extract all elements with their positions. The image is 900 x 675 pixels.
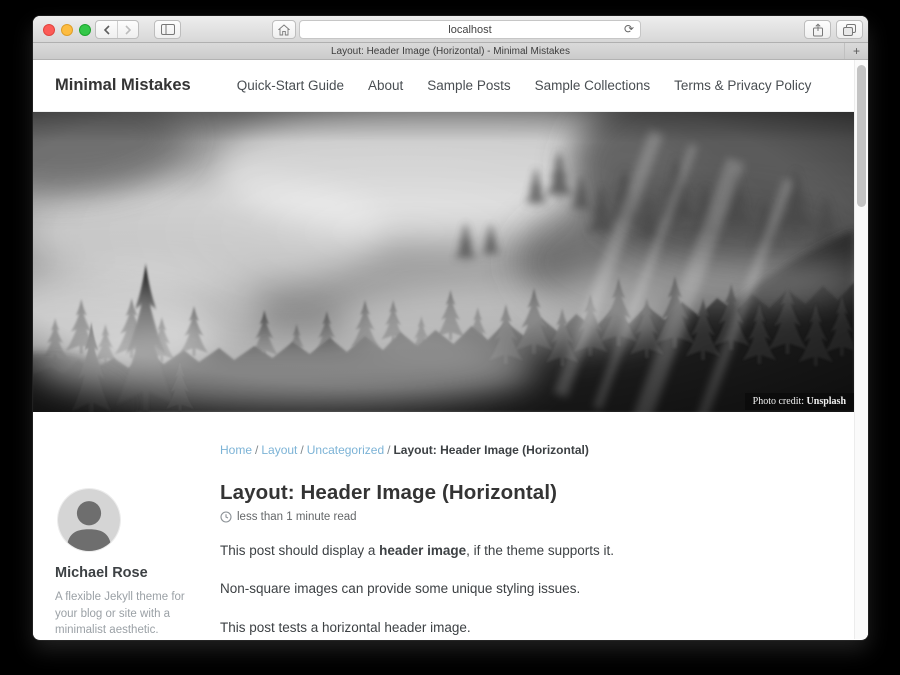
breadcrumb-separator: / — [300, 443, 303, 457]
header-image: Photo credit: Unsplash — [33, 112, 854, 412]
clock-icon — [220, 511, 232, 523]
tabs-icon — [843, 24, 856, 36]
breadcrumb-separator: / — [255, 443, 258, 457]
close-button[interactable] — [43, 24, 55, 36]
breadcrumb-separator: / — [387, 443, 390, 457]
history-nav-group — [95, 20, 139, 39]
share-button[interactable] — [804, 20, 831, 39]
article: Home/Layout/Uncategorized/Layout: Header… — [220, 443, 854, 639]
web-page: Minimal Mistakes Quick-Start Guide About… — [33, 60, 868, 639]
scrollbar-thumb[interactable] — [857, 65, 866, 207]
post-meta: less than 1 minute read — [220, 511, 808, 523]
sidebar-icon — [161, 24, 175, 35]
zoom-button[interactable] — [79, 24, 91, 36]
page-scrollbar[interactable] — [854, 60, 868, 639]
person-silhouette-icon — [58, 489, 120, 551]
page-title: Layout: Header Image (Horizontal) — [220, 481, 808, 505]
share-icon — [812, 23, 824, 37]
post-body: This post should display a header image,… — [220, 541, 808, 638]
browser-toolbar: localhost ⟳ — [33, 16, 868, 43]
home-button[interactable] — [272, 20, 296, 39]
sidebar-toggle-button[interactable] — [154, 20, 181, 39]
breadcrumb-home-link[interactable]: Home — [220, 443, 252, 457]
breadcrumb-current: Layout: Header Image (Horizontal) — [393, 443, 588, 457]
masthead: Minimal Mistakes Quick-Start Guide About… — [33, 60, 854, 112]
paragraph: This post should display a header image,… — [220, 541, 808, 561]
forward-button[interactable] — [117, 21, 138, 38]
chevron-left-icon — [103, 25, 111, 35]
url-text: localhost — [448, 24, 491, 36]
active-tab[interactable]: Layout: Header Image (Horizontal) - Mini… — [331, 46, 570, 57]
chevron-right-icon — [124, 25, 132, 35]
content-area: Michael Rose A flexible Jekyll theme for… — [33, 412, 854, 639]
tab-overview-button[interactable] — [836, 20, 863, 39]
nav-item-about[interactable]: About — [368, 78, 403, 93]
paragraph: Non-square images can provide some uniqu… — [220, 579, 808, 599]
paragraph: This post tests a horizontal header imag… — [220, 618, 808, 638]
address-bar[interactable]: localhost ⟳ — [299, 20, 641, 39]
browser-window: localhost ⟳ Layout: Header Image (Horizo… — [33, 16, 868, 640]
nav-item-sample-collections[interactable]: Sample Collections — [535, 78, 651, 93]
breadcrumb-layout-link[interactable]: Layout — [261, 443, 297, 457]
nav-item-quick-start-guide[interactable]: Quick-Start Guide — [237, 78, 344, 93]
author-bio: A flexible Jekyll theme for your blog or… — [55, 589, 203, 639]
window-controls — [43, 24, 91, 36]
tab-bar: Layout: Header Image (Horizontal) - Mini… — [33, 43, 868, 60]
refresh-icon: ⟳ — [624, 22, 634, 36]
home-icon — [278, 24, 290, 36]
minimize-button[interactable] — [61, 24, 73, 36]
new-tab-button[interactable]: + — [844, 43, 868, 59]
nav-item-sample-posts[interactable]: Sample Posts — [427, 78, 510, 93]
author-profile: Michael Rose A flexible Jekyll theme for… — [55, 443, 220, 639]
nav-item-terms-privacy[interactable]: Terms & Privacy Policy — [674, 78, 811, 93]
site-title-link[interactable]: Minimal Mistakes — [55, 76, 191, 95]
refresh-button[interactable]: ⟳ — [624, 22, 634, 36]
breadcrumb-uncategorized-link[interactable]: Uncategorized — [307, 443, 384, 457]
desktop-background: localhost ⟳ Layout: Header Image (Horizo… — [0, 0, 900, 675]
back-button[interactable] — [96, 21, 117, 38]
author-name: Michael Rose — [55, 565, 220, 581]
read-time: less than 1 minute read — [237, 511, 357, 523]
site-nav: Quick-Start Guide About Sample Posts Sam… — [237, 78, 812, 93]
avatar — [58, 489, 120, 551]
breadcrumb: Home/Layout/Uncategorized/Layout: Header… — [220, 443, 808, 457]
foggy-forest-illustration — [33, 112, 854, 412]
photo-credit: Photo credit: Unsplash — [745, 393, 854, 410]
